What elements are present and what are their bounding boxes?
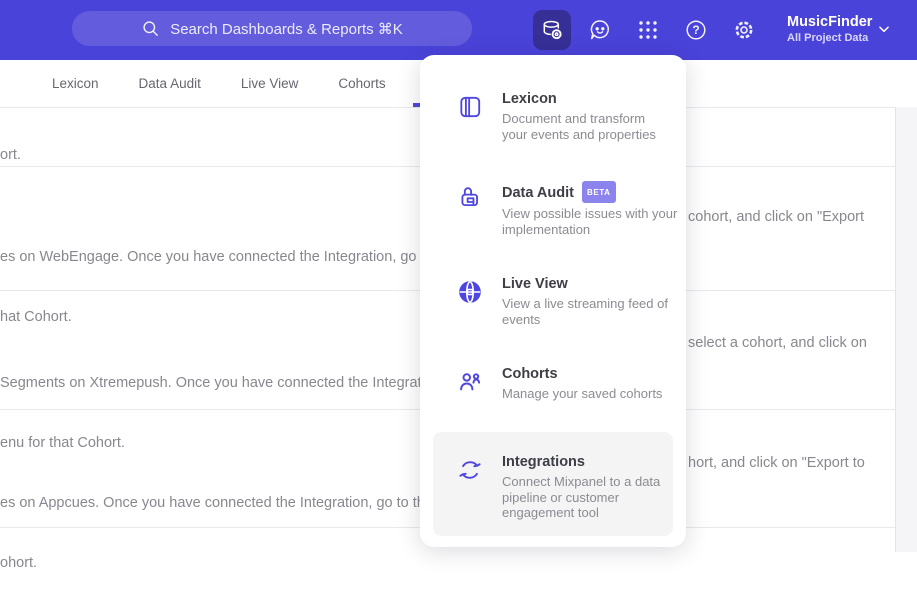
integration-row-text-right: select a cohort, and click on: [688, 335, 867, 351]
data-management-icon[interactable]: [533, 10, 571, 50]
menu-item-title: Cohorts: [502, 366, 558, 382]
cohorts-people-icon: [457, 369, 483, 395]
tab-data-audit[interactable]: Data Audit: [139, 76, 201, 91]
search-placeholder: Search Dashboards & Reports ⌘K: [170, 20, 403, 38]
vertical-scrollbar[interactable]: [895, 107, 917, 552]
lexicon-book-icon: [457, 94, 483, 120]
integrations-sync-icon: [457, 457, 483, 483]
menu-item-lexicon[interactable]: Lexicon Document and transform your even…: [457, 91, 656, 142]
help-icon[interactable]: ?: [677, 10, 715, 50]
data-management-dropdown: Lexicon Document and transform your even…: [420, 55, 686, 547]
tab-live-view[interactable]: Live View: [241, 76, 299, 91]
menu-item-title: Integrations: [502, 454, 585, 470]
project-scope: All Project Data: [787, 32, 869, 44]
apps-grid-icon[interactable]: [629, 10, 667, 50]
tab-cohorts[interactable]: Cohorts: [338, 76, 385, 91]
menu-item-title: Live View: [502, 276, 568, 292]
menu-item-data-audit[interactable]: Data Audit BETA View possible issues with…: [457, 181, 677, 237]
settings-gear-icon[interactable]: [725, 10, 763, 50]
integration-row-text-right: hort, and click on "Export to: [688, 455, 865, 471]
menu-item-live-view[interactable]: Live View View a live streaming feed of …: [457, 276, 668, 327]
search-input[interactable]: Search Dashboards & Reports ⌘K: [72, 11, 472, 46]
project-switcher[interactable]: MusicFinder All Project Data: [787, 13, 872, 45]
menu-item-cohorts[interactable]: Cohorts Manage your saved cohorts: [457, 366, 662, 402]
feedback-chat-icon[interactable]: [581, 10, 619, 50]
menu-item-title: Data Audit BETA: [502, 181, 677, 203]
beta-badge: BETA: [581, 181, 616, 203]
search-icon: [141, 19, 160, 38]
data-audit-lock-icon: [457, 184, 483, 210]
integration-row-text-right: cohort, and click on "Export: [688, 209, 865, 225]
menu-item-integrations[interactable]: Integrations Connect Mixpanel to a data …: [433, 432, 673, 536]
top-app-bar: Search Dashboards & Reports ⌘K ? MusicFi…: [0, 0, 917, 60]
integration-row-text: ort.: [0, 147, 21, 163]
integration-row-text: es on Appcues. Once you have connected t…: [0, 495, 449, 571]
tab-lexicon[interactable]: Lexicon: [52, 76, 99, 91]
chevron-down-icon[interactable]: [877, 22, 891, 36]
menu-item-title: Lexicon: [502, 91, 557, 107]
svg-text:?: ?: [692, 23, 699, 37]
project-name: MusicFinder: [787, 14, 873, 30]
live-view-globe-icon: [457, 279, 483, 305]
